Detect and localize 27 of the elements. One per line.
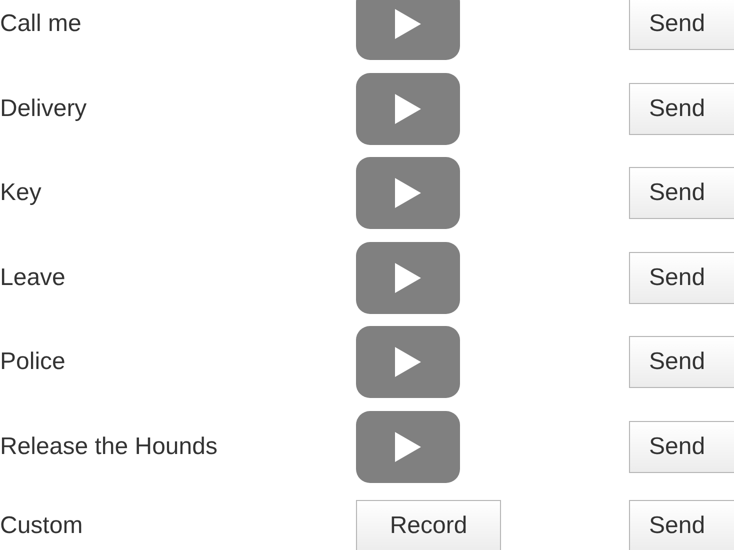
play-button[interactable] bbox=[356, 410, 460, 483]
play-icon bbox=[395, 347, 421, 378]
play-button[interactable] bbox=[356, 326, 460, 398]
send-button[interactable]: Send bbox=[629, 420, 734, 473]
play-button[interactable] bbox=[356, 157, 460, 230]
row-label: Call me bbox=[0, 9, 82, 40]
play-button[interactable] bbox=[356, 72, 460, 145]
send-button[interactable]: Send bbox=[629, 336, 734, 388]
play-icon bbox=[395, 262, 421, 293]
play-button[interactable] bbox=[356, 242, 460, 314]
play-icon bbox=[395, 178, 421, 208]
row-label: Police bbox=[0, 347, 66, 378]
record-button[interactable]: Record bbox=[356, 500, 501, 550]
play-icon bbox=[395, 94, 421, 124]
send-button[interactable]: Send bbox=[629, 167, 734, 220]
send-button[interactable]: Send bbox=[629, 252, 734, 304]
send-button[interactable]: Send bbox=[629, 0, 734, 50]
play-icon bbox=[395, 9, 421, 40]
play-icon bbox=[395, 432, 421, 462]
row-label: Leave bbox=[0, 262, 66, 293]
row-label: Release the Hounds bbox=[0, 432, 218, 462]
row-label: Custom bbox=[0, 511, 84, 541]
send-button[interactable]: Send bbox=[629, 500, 734, 550]
row-label: Delivery bbox=[0, 94, 88, 124]
send-button[interactable]: Send bbox=[629, 82, 734, 135]
row-label: Key bbox=[0, 178, 42, 208]
play-button[interactable] bbox=[356, 0, 460, 60]
